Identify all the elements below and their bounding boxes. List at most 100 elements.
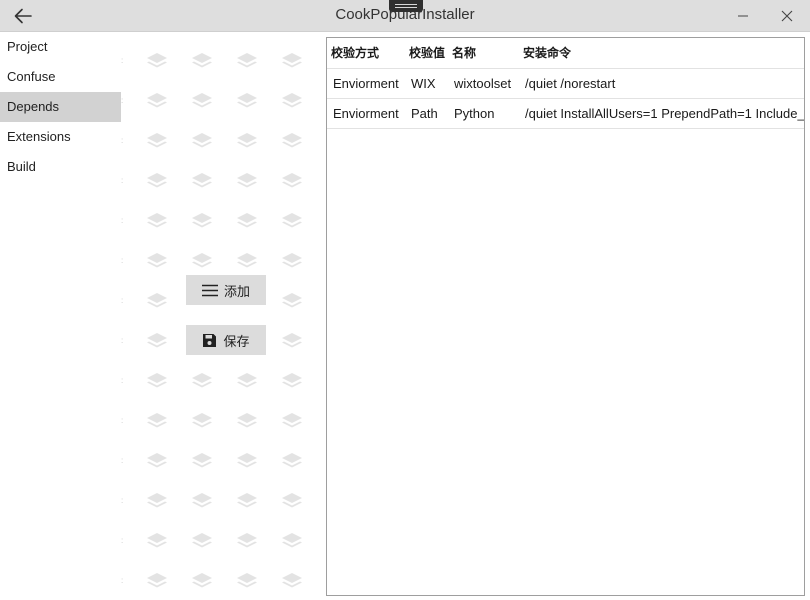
layers-icon [281, 372, 303, 390]
layers-icon [236, 572, 258, 590]
cell-name: wixtoolset [454, 76, 512, 91]
add-button[interactable]: 添加 [186, 275, 266, 305]
minimize-button[interactable] [728, 4, 758, 28]
layers-icon [281, 212, 303, 230]
pattern-dot: : [121, 576, 124, 585]
layers-icon [146, 132, 168, 150]
pattern-dot: : [121, 376, 124, 385]
layers-icon [191, 92, 213, 110]
pattern-dot: : [121, 96, 124, 105]
layers-icon [146, 492, 168, 510]
layers-icon [236, 172, 258, 190]
depends-table: 校验方式 校验值 名称 安装命令 Enviorment WIX wixtools… [326, 37, 805, 596]
layers-icon [236, 452, 258, 470]
sidebar: Project Confuse Depends Extensions Build [0, 32, 121, 600]
hamburger-menu-icon [201, 284, 218, 296]
layers-icon [236, 492, 258, 510]
column-header-check-value: 校验值 [409, 46, 446, 60]
layers-icon [281, 92, 303, 110]
layers-icon [191, 212, 213, 230]
layers-icon [191, 172, 213, 190]
save-button[interactable]: 保存 [186, 325, 266, 355]
sidebar-item-project[interactable]: Project [0, 32, 121, 62]
pattern-dot: : [121, 536, 124, 545]
layers-icon [281, 492, 303, 510]
pattern-dot: : [121, 176, 124, 185]
pattern-dot: : [121, 56, 124, 65]
sidebar-item-depends[interactable]: Depends [0, 92, 121, 122]
layers-icon [236, 212, 258, 230]
column-header-name: 名称 [452, 46, 477, 60]
layers-icon [146, 372, 168, 390]
layers-icon [191, 52, 213, 70]
close-icon [781, 10, 793, 22]
sidebar-item-build[interactable]: Build [0, 152, 121, 182]
layers-icon [281, 252, 303, 270]
layers-icon [236, 532, 258, 550]
layers-icon [236, 92, 258, 110]
cell-install-command: /quiet /norestart [525, 76, 616, 91]
cell-check-type: Enviorment [333, 106, 399, 121]
pattern-dot: : [121, 136, 124, 145]
floppy-disk-icon [203, 333, 217, 347]
layers-icon [146, 452, 168, 470]
pattern-dot: : [121, 416, 124, 425]
layers-icon [146, 292, 168, 310]
cell-name: Python [454, 106, 495, 121]
pattern-dot: : [121, 496, 124, 505]
pattern-dot: : [121, 216, 124, 225]
drag-handle[interactable] [389, 0, 423, 12]
layers-icon [146, 532, 168, 550]
minimize-icon [738, 15, 748, 17]
pattern-dot: : [121, 336, 124, 345]
layers-icon [281, 332, 303, 350]
layers-icon [146, 92, 168, 110]
layers-icon [281, 412, 303, 430]
layers-icon [281, 132, 303, 150]
layers-icon [281, 292, 303, 310]
layers-icon [191, 452, 213, 470]
table-header: 校验方式 校验值 名称 安装命令 [327, 38, 804, 69]
cell-install-command: /quiet InstallAllUsers=1 PrependPath=1 I… [525, 106, 805, 121]
title-bar: CookPopularInstaller [0, 0, 810, 32]
layers-icon [281, 52, 303, 70]
pattern-dot: : [121, 456, 124, 465]
layers-icon [191, 532, 213, 550]
layers-icon [191, 412, 213, 430]
layers-icon [146, 252, 168, 270]
layers-icon [281, 452, 303, 470]
add-button-label: 添加 [223, 283, 250, 299]
layers-icon [191, 572, 213, 590]
sidebar-item-extensions[interactable]: Extensions [0, 122, 121, 152]
layers-icon [146, 172, 168, 190]
layers-icon [191, 492, 213, 510]
close-button[interactable] [772, 4, 802, 28]
layers-icon [281, 572, 303, 590]
layers-icon [191, 252, 213, 270]
sidebar-item-confuse[interactable]: Confuse [0, 62, 121, 92]
cell-check-type: Enviorment [333, 76, 399, 91]
layers-icon [236, 132, 258, 150]
layers-icon [236, 252, 258, 270]
pattern-dot: : [121, 296, 124, 305]
column-header-check-type: 校验方式 [331, 46, 380, 60]
layers-icon [281, 532, 303, 550]
layers-icon [236, 372, 258, 390]
cell-check-value: WIX [411, 76, 436, 91]
cell-check-value: Path [411, 106, 438, 121]
layers-icon [281, 172, 303, 190]
save-button-label: 保存 [223, 333, 250, 349]
layers-icon [236, 52, 258, 70]
column-header-install-command: 安装命令 [523, 46, 572, 60]
layers-icon [146, 332, 168, 350]
layers-icon [146, 52, 168, 70]
background-pattern: :::::::::::::: [121, 32, 326, 600]
layers-icon [146, 212, 168, 230]
layers-icon [146, 572, 168, 590]
layers-icon [146, 412, 168, 430]
table-row[interactable]: Enviorment WIX wixtoolset /quiet /norest… [327, 69, 804, 99]
pattern-dot: : [121, 256, 124, 265]
table-row[interactable]: Enviorment Path Python /quiet InstallAll… [327, 99, 804, 129]
layers-icon [191, 132, 213, 150]
layers-icon [236, 412, 258, 430]
